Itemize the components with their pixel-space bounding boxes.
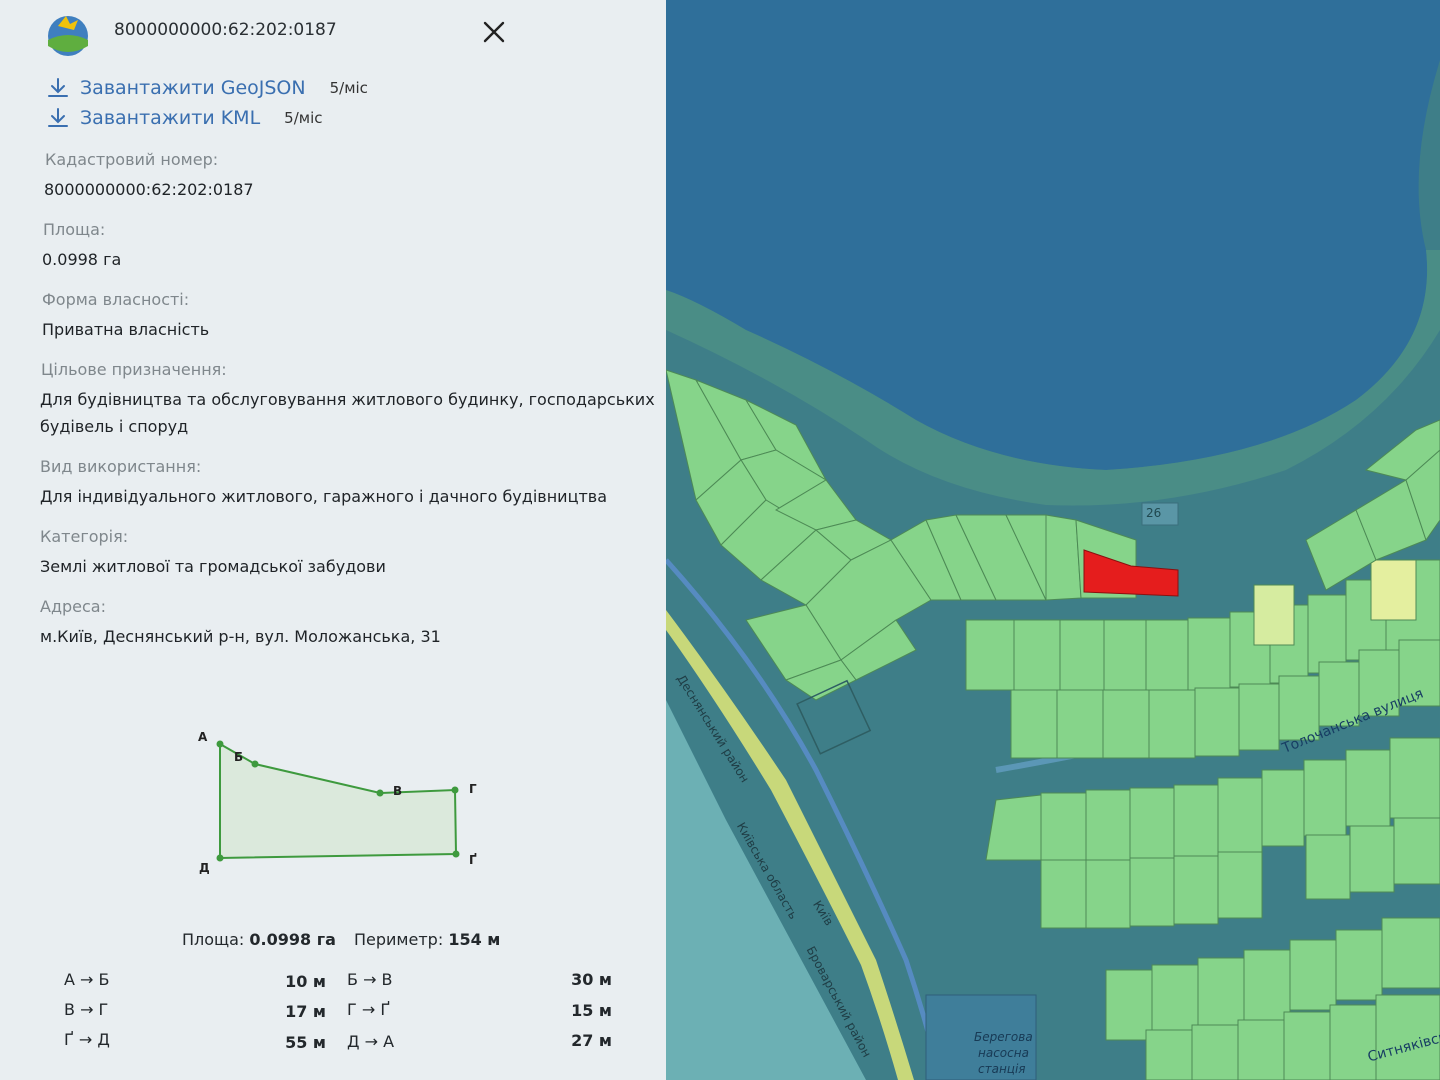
station-label-line1: Берегова xyxy=(974,1030,1033,1044)
download-geojson-link[interactable]: Завантажити GeoJSON xyxy=(80,77,306,99)
summary-perimeter: Периметр: 154 м xyxy=(354,930,500,949)
segment-name: Б → В xyxy=(347,970,393,989)
segment-length: 17 м xyxy=(285,1002,326,1021)
segment-name: В → Г xyxy=(64,1000,109,1019)
download-geojson-limit: 5/міс xyxy=(329,79,368,97)
download-kml-limit: 5/міс xyxy=(284,109,323,127)
vertex-d-label: Д xyxy=(199,861,210,875)
area-label: Площа: xyxy=(43,220,106,239)
vertex-b-marker xyxy=(251,760,259,768)
vertex-v-label: В xyxy=(393,784,402,798)
segment-name: Д → А xyxy=(347,1032,395,1051)
summary-area-value: 0.0998 га xyxy=(249,930,336,949)
summary-perimeter-label: Периметр: xyxy=(354,930,444,949)
cadastral-number-label: Кадастровий номер: xyxy=(45,150,219,169)
station-label-line3: станція xyxy=(978,1062,1026,1076)
panel-header: 8000000000:62:202:0187 xyxy=(0,0,668,64)
parcel-highlight xyxy=(1370,559,1417,621)
vertex-a-label: А xyxy=(198,730,208,744)
water-area xyxy=(666,0,1440,470)
segment-length: 15 м xyxy=(571,1001,612,1020)
vertex-d-marker xyxy=(216,854,224,862)
vertex-gg-label: Ґ xyxy=(469,853,477,867)
vertex-g-label: Г xyxy=(469,782,477,796)
segment-name: А → Б xyxy=(64,970,110,989)
vertex-gg-marker xyxy=(452,850,460,858)
vertex-g-marker xyxy=(451,786,459,794)
download-geojson-row: Завантажити GeoJSON 5/міс xyxy=(46,76,368,100)
vertex-b-label: Б xyxy=(234,750,243,764)
summary-area: Площа: 0.0998 га xyxy=(182,930,336,949)
station-label-line2: насосна xyxy=(978,1046,1029,1060)
download-icon xyxy=(48,108,68,127)
download-kml-link[interactable]: Завантажити KML xyxy=(80,107,260,129)
category-label: Категорія: xyxy=(40,527,129,546)
purpose-value-line2: будівель і споруд xyxy=(40,417,189,436)
parcel-highlight xyxy=(1253,584,1295,646)
address-label: Адреса: xyxy=(40,597,106,616)
usage-value: Для індивідуального житлового, гаражного… xyxy=(40,487,608,506)
summary-perimeter-value: 154 м xyxy=(448,930,501,949)
usage-label: Вид використання: xyxy=(40,457,202,476)
vertex-v-marker xyxy=(376,789,384,797)
cadastral-map[interactable]: 26 Толочанська вулиця Деснянський район … xyxy=(666,0,1440,1080)
segment-length: 27 м xyxy=(571,1031,612,1050)
area-value: 0.0998 га xyxy=(42,250,122,269)
address-value: м.Київ, Деснянський р-н, вул. Моложанськ… xyxy=(40,627,441,646)
map-canvas[interactable] xyxy=(666,0,1440,1080)
cadastral-number-value: 8000000000:62:202:0187 xyxy=(44,180,254,199)
parcel-info-panel: 8000000000:62:202:0187 Завантажити GeoJS… xyxy=(0,0,668,1080)
vertex-a-marker xyxy=(216,740,224,748)
category-value: Землі житлової та громадської забудови xyxy=(40,557,386,576)
road-number: 26 xyxy=(1146,506,1162,520)
summary-area-label: Площа: xyxy=(182,930,245,949)
parcel-shape-diagram: А Б В Г Ґ Д xyxy=(198,730,477,875)
segment-name: Ґ → Д xyxy=(64,1030,110,1049)
download-kml-row: Завантажити KML 5/міс xyxy=(46,106,323,130)
logo-icon xyxy=(48,16,88,56)
close-icon[interactable] xyxy=(478,16,510,48)
header-title: 8000000000:62:202:0187 xyxy=(114,20,337,40)
download-icon xyxy=(48,78,68,97)
purpose-value-line1: Для будівництва та обслуговування житлов… xyxy=(40,390,655,409)
segment-name: Г → Ґ xyxy=(347,1000,391,1019)
segment-length: 30 м xyxy=(571,970,612,989)
parcel-group-lower xyxy=(985,737,1440,1080)
ownership-label: Форма власності: xyxy=(42,290,190,309)
ownership-value: Приватна власність xyxy=(42,320,210,339)
segment-length: 10 м xyxy=(285,972,326,991)
purpose-label: Цільове призначення: xyxy=(41,360,227,379)
segment-length: 55 м xyxy=(285,1033,326,1052)
